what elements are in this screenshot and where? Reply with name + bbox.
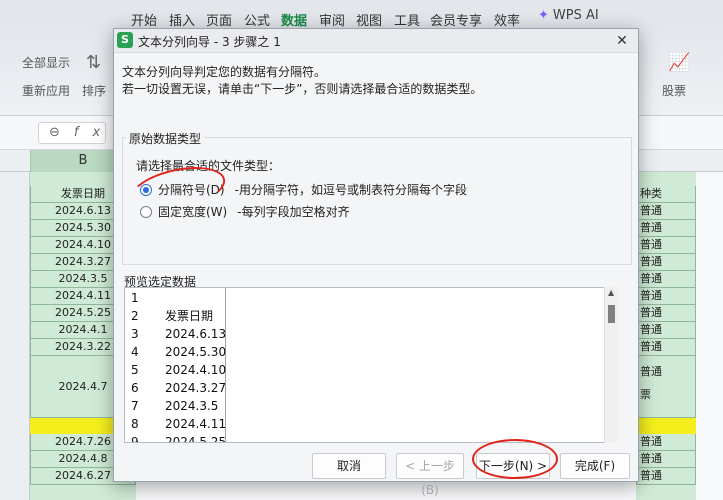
preview-scrollbar[interactable]: ▲ — [604, 287, 618, 443]
wps-sheet-icon: S — [117, 32, 133, 48]
radio-delimited[interactable]: 分隔符号(D) -用分隔字符，如逗号或制表符分隔每个字段 — [140, 181, 467, 198]
ribbon-reapply[interactable]: 重新应用 — [22, 82, 70, 99]
menu-tools[interactable]: 工具 — [394, 10, 420, 29]
preview-row: 7 2024.3.5 — [131, 399, 219, 413]
ai-star-icon: ✦ — [538, 8, 549, 23]
cell[interactable]: 普通 — [636, 237, 696, 254]
zoom-icon: ⊖ — [49, 125, 74, 140]
formula-search[interactable]: ⊖fx — [38, 122, 106, 144]
radio-delimited-label: 分隔符号(D) — [158, 183, 225, 197]
cell[interactable]: 普通 — [636, 434, 696, 451]
radio-checked-icon[interactable] — [140, 184, 152, 196]
preview-row: 2 发票日期 — [131, 309, 214, 323]
cell[interactable]: 票 — [636, 387, 696, 418]
scroll-thumb[interactable] — [608, 305, 615, 323]
menu-view[interactable]: 视图 — [356, 10, 382, 29]
preview-row: 9 2024.5.25 — [131, 435, 227, 443]
cell[interactable]: 普通 — [636, 220, 696, 237]
cell[interactable]: 普通 — [636, 322, 696, 339]
cell[interactable]: 普通 — [636, 288, 696, 305]
fx-icon: fx — [73, 125, 115, 140]
choose-label: 请选择最合适的文件类型： — [136, 159, 281, 173]
ribbon-sort[interactable]: 排序 — [82, 82, 106, 99]
ribbon-show-all[interactable]: 全部显示 — [22, 54, 70, 71]
cell[interactable]: 普通 — [636, 339, 696, 356]
menu-efficiency[interactable]: 效率 — [494, 10, 520, 29]
dialog-footer: 取消 < 上一步(B) 下一步(N) > 完成(F) — [114, 451, 638, 497]
prev-step-button[interactable]: < 上一步(B) — [396, 453, 464, 497]
wps-ai-button[interactable]: ✦ WPS AI — [538, 8, 599, 23]
radio-fixed-width[interactable]: 固定宽度(W) -每列字段加空格对齐 — [140, 203, 350, 220]
intro-line-1: 文本分列向导判定您的数据有分隔符。 — [122, 65, 327, 79]
next-step-button[interactable]: 下一步(N) > — [476, 453, 550, 479]
cell[interactable]: 普通 — [636, 254, 696, 271]
radio-delimited-desc: -用分隔字符，如逗号或制表符分隔每个字段 — [234, 183, 467, 197]
group-title: 原始数据类型 — [126, 130, 205, 147]
preview-row: 6 2024.3.27 — [131, 381, 227, 395]
cell[interactable]: 普通 — [636, 203, 696, 220]
stock-chart-icon: 📈 — [668, 52, 691, 73]
preview-row: 3 2024.6.13 — [131, 327, 227, 341]
text-to-columns-dialog: S 文本分列向导 - 3 步骤之 1 ✕ 文本分列向导判定您的数据有分隔符。 若… — [113, 28, 639, 497]
menu-member[interactable]: 会员专享 — [430, 10, 482, 29]
scroll-up-icon[interactable]: ▲ — [608, 288, 614, 297]
preview-box[interactable]: 1 2 发票日期 3 2024.6.13 4 2024.5.30 5 2024.4.10… — [124, 287, 618, 443]
cell[interactable]: 普通 — [636, 468, 696, 485]
intro-line-2: 若一切设置无误，请单击“下一步”，否则请选择最合适的数据类型。 — [122, 82, 483, 96]
radio-fixed-desc: -每列字段加空格对齐 — [237, 205, 350, 219]
menu-home[interactable]: 开始 — [131, 10, 157, 29]
dialog-title: 文本分列向导 - 3 步骤之 1 — [138, 35, 281, 49]
ribbon-stock[interactable]: 股票 — [662, 82, 686, 99]
row-headers — [0, 172, 30, 500]
cell[interactable]: 普通 — [636, 271, 696, 288]
finish-button[interactable]: 完成(F) — [560, 453, 630, 479]
cell[interactable]: 普通 — [636, 451, 696, 468]
menu-insert[interactable]: 插入 — [169, 10, 195, 29]
menu-formula[interactable]: 公式 — [244, 10, 270, 29]
menu-page[interactable]: 页面 — [206, 10, 232, 29]
preview-row: 1 — [131, 291, 139, 305]
highlight-row-right — [636, 418, 696, 434]
sort-icon: ⇅ — [86, 52, 102, 73]
dialog-titlebar: S 文本分列向导 - 3 步骤之 1 ✕ — [114, 29, 638, 53]
preview-row: 5 2024.4.10 — [131, 363, 227, 377]
preview-row: 4 2024.5.30 — [131, 345, 227, 359]
preview-row: 8 2024.4.11 — [131, 417, 227, 431]
cancel-button[interactable]: 取消 — [312, 453, 386, 479]
cell[interactable]: 种类 — [636, 186, 696, 203]
cell[interactable]: 普通 — [636, 356, 696, 387]
menu-data[interactable]: 数据 — [281, 10, 307, 29]
cell[interactable]: 普通 — [636, 305, 696, 322]
menu-bar: 开始 插入 页面 公式 数据 审阅 视图 工具 会员专享 效率 ✦ WPS AI — [0, 0, 723, 29]
close-button[interactable]: ✕ — [612, 31, 632, 51]
radio-fixed-label: 固定宽度(W) — [158, 205, 228, 219]
menu-review[interactable]: 审阅 — [319, 10, 345, 29]
radio-unchecked-icon[interactable] — [140, 206, 152, 218]
